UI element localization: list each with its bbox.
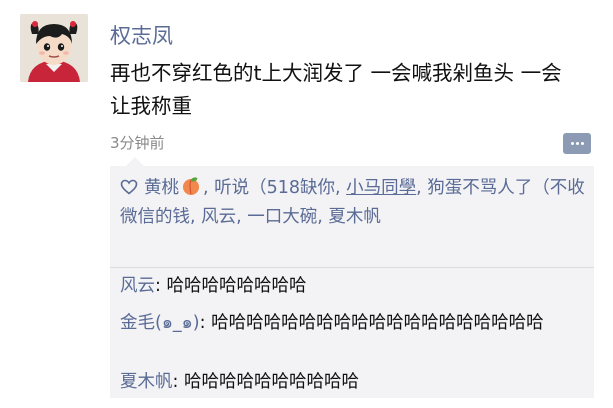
post-author-name[interactable]: 权志凤 (110, 20, 173, 50)
likes-list: 黄桃 , 听说（518缺你, 小马同學, 狗蛋不骂人了（不收微信的钱, 风云, … (120, 174, 586, 232)
like-name[interactable]: 黄桃 (144, 178, 179, 198)
comment-author[interactable]: 风云 (120, 276, 155, 296)
comment-text: 哈哈哈哈哈哈哈哈 (166, 276, 307, 296)
comment-text: 哈哈哈哈哈哈哈哈哈哈哈哈哈哈哈哈哈哈哈 (211, 313, 544, 333)
comment-item[interactable]: 金毛(๑_๑): 哈哈哈哈哈哈哈哈哈哈哈哈哈哈哈哈哈哈哈 (120, 309, 586, 338)
like-names-text[interactable]: , 听说（518缺你, (203, 178, 346, 198)
comment-author[interactable]: 金毛(๑_๑) (120, 313, 200, 333)
comment-separator: : (172, 372, 184, 392)
peach-emoji-icon (183, 177, 199, 195)
more-dots-icon (571, 142, 574, 145)
post-text: 再也不穿红色的t上大润发了 一会喊我剁鱼头 一会让我称重 (110, 61, 562, 118)
divider (110, 267, 594, 268)
like-name-underlined[interactable]: 小马同學 (346, 178, 416, 198)
avatar[interactable] (20, 14, 88, 82)
comment-text: 哈哈哈哈哈哈哈哈哈哈 (183, 372, 359, 392)
comment-item[interactable]: 夏木帆: 哈哈哈哈哈哈哈哈哈哈 (120, 368, 586, 397)
heart-outline-icon (120, 179, 138, 195)
comment-author[interactable]: 夏木帆 (120, 372, 173, 392)
comment-more-button[interactable] (563, 133, 591, 154)
comment-separator: : (155, 276, 167, 296)
post-timestamp: 3分钟前 (110, 134, 165, 152)
panel-caret (126, 157, 144, 166)
comment-separator: : (199, 313, 212, 333)
comment-item[interactable]: 风云: 哈哈哈哈哈哈哈哈 (120, 272, 586, 301)
